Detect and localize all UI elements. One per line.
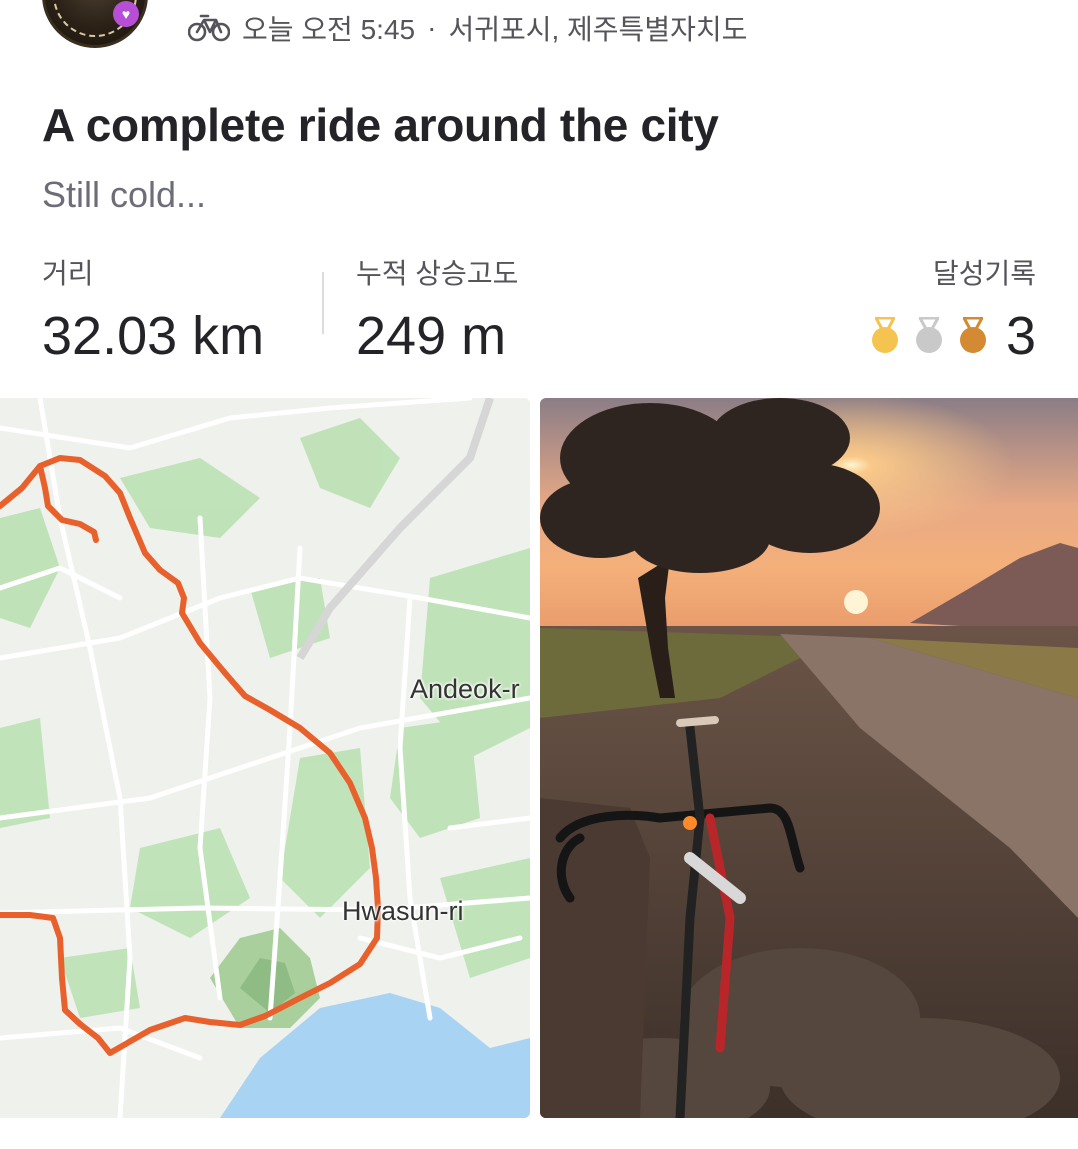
sun (844, 590, 868, 614)
elevation-stat: 누적 상승고도 249 m (356, 256, 518, 366)
elevation-label: 누적 상승고도 (356, 258, 519, 289)
athlete-avatar[interactable]: ♥ (42, 0, 148, 48)
silver-medal-icon (915, 317, 942, 353)
route-map[interactable]: Andeok-r Hwasun-ri (0, 398, 530, 1118)
meta-separator: · (427, 12, 437, 43)
achievements-label: 달성기록 (932, 258, 1036, 289)
stat-divider (322, 272, 324, 334)
activity-description: Still cold... (42, 174, 207, 215)
distance-label: 거리 (42, 258, 94, 289)
activity-title[interactable]: A complete ride around the city (42, 98, 719, 152)
elevation-value: 249 m (356, 306, 507, 366)
activity-meta: 오늘 오전 5:45 · 서귀포시, 제주특별자치도 (188, 10, 747, 46)
stone-wall (540, 798, 650, 1118)
achievements-stat[interactable]: 달성기록 3 (870, 256, 1036, 366)
bronze-medal-icon (959, 317, 986, 353)
activity-location: 서귀포시, 제주특별자치도 (448, 14, 748, 45)
activity-photo[interactable] (540, 398, 1078, 1118)
gold-medal-icon (871, 317, 898, 353)
map-label-andeok: Andeok-r (410, 674, 520, 704)
map-label-hwasun: Hwasun-ri (342, 896, 464, 926)
distance-stat: 거리 32.03 km (42, 256, 264, 366)
distance-value: 32.03 km (42, 306, 265, 366)
achievements-count: 3 (1005, 306, 1036, 366)
heart-badge-icon: ♥ (113, 1, 139, 27)
bike-icon (188, 14, 230, 42)
activity-datetime: 오늘 오전 5:45 (242, 14, 416, 45)
